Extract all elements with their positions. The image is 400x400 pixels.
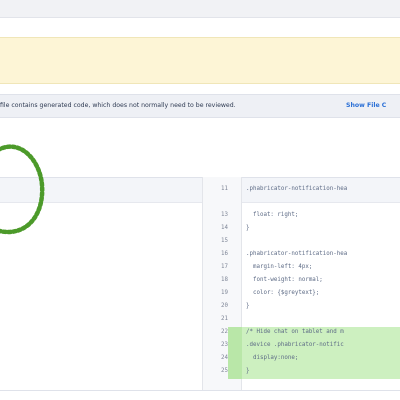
diff-line: 15: [0, 236, 400, 249]
line-code: /* Hide chat on tablet and m: [246, 329, 344, 335]
top-toolbar-strip: [0, 0, 400, 18]
line-code: .phabricator-notification-hea: [246, 251, 348, 257]
line-number[interactable]: 19: [204, 290, 228, 296]
line-code: display:none;: [246, 355, 299, 361]
line-number[interactable]: 17: [204, 264, 228, 270]
added-gutter-mark: [228, 327, 242, 340]
divider: [0, 390, 400, 391]
diff-line: 21: [0, 314, 400, 327]
line-code: float: right;: [246, 212, 299, 218]
line-code: margin-left: 4px;: [246, 264, 313, 270]
line-code: font-weight: normal;: [246, 277, 323, 283]
diff-header-line: 11 .phabricator-notification-hea: [0, 184, 400, 197]
diff-line-added: 23 .device .phabricator-notific: [0, 340, 400, 353]
line-number[interactable]: 18: [204, 277, 228, 283]
diff-line: 13 float: right;: [0, 210, 400, 223]
line-number[interactable]: 14: [204, 225, 228, 231]
line-number[interactable]: 13: [204, 212, 228, 218]
line-number[interactable]: 21: [204, 316, 228, 322]
notice-text: file contains generated code, which does…: [0, 102, 236, 109]
line-number[interactable]: 23: [204, 342, 228, 348]
show-file-link[interactable]: Show File C: [346, 102, 386, 109]
line-code: }: [246, 303, 250, 309]
diff-line: 16 .phabricator-notification-hea: [0, 249, 400, 262]
line-number[interactable]: 20: [204, 303, 228, 309]
line-number[interactable]: 16: [204, 251, 228, 257]
line-code: color: {$greytext};: [246, 290, 320, 296]
added-gutter-mark: [228, 353, 242, 366]
line-number[interactable]: 24: [204, 355, 228, 361]
line-number[interactable]: 11: [204, 186, 228, 192]
warning-banner: [0, 37, 400, 84]
added-gutter-mark: [228, 366, 242, 379]
diff-line: 20 }: [0, 301, 400, 314]
line-code: }: [246, 368, 250, 374]
line-code: .device .phabricator-notific: [246, 342, 344, 348]
line-number[interactable]: 22: [204, 329, 228, 335]
generated-code-notice: file contains generated code, which does…: [0, 94, 400, 118]
divider: [0, 17, 400, 18]
line-number[interactable]: 15: [204, 238, 228, 244]
diff-line-added: 22 /* Hide chat on tablet and m: [0, 327, 400, 340]
diff-line: 14 }: [0, 223, 400, 236]
added-line-highlight: [242, 366, 400, 379]
diff-line-added: 25 }: [0, 366, 400, 379]
added-gutter-mark: [228, 340, 242, 353]
diff-line: 17 margin-left: 4px;: [0, 262, 400, 275]
diff-line-added: 24 display:none;: [0, 353, 400, 366]
diff-line: 18 font-weight: normal;: [0, 275, 400, 288]
line-code: .phabricator-notification-hea: [246, 186, 348, 192]
line-number[interactable]: 25: [204, 368, 228, 374]
line-code: }: [246, 225, 250, 231]
diff-line: 19 color: {$greytext};: [0, 288, 400, 301]
